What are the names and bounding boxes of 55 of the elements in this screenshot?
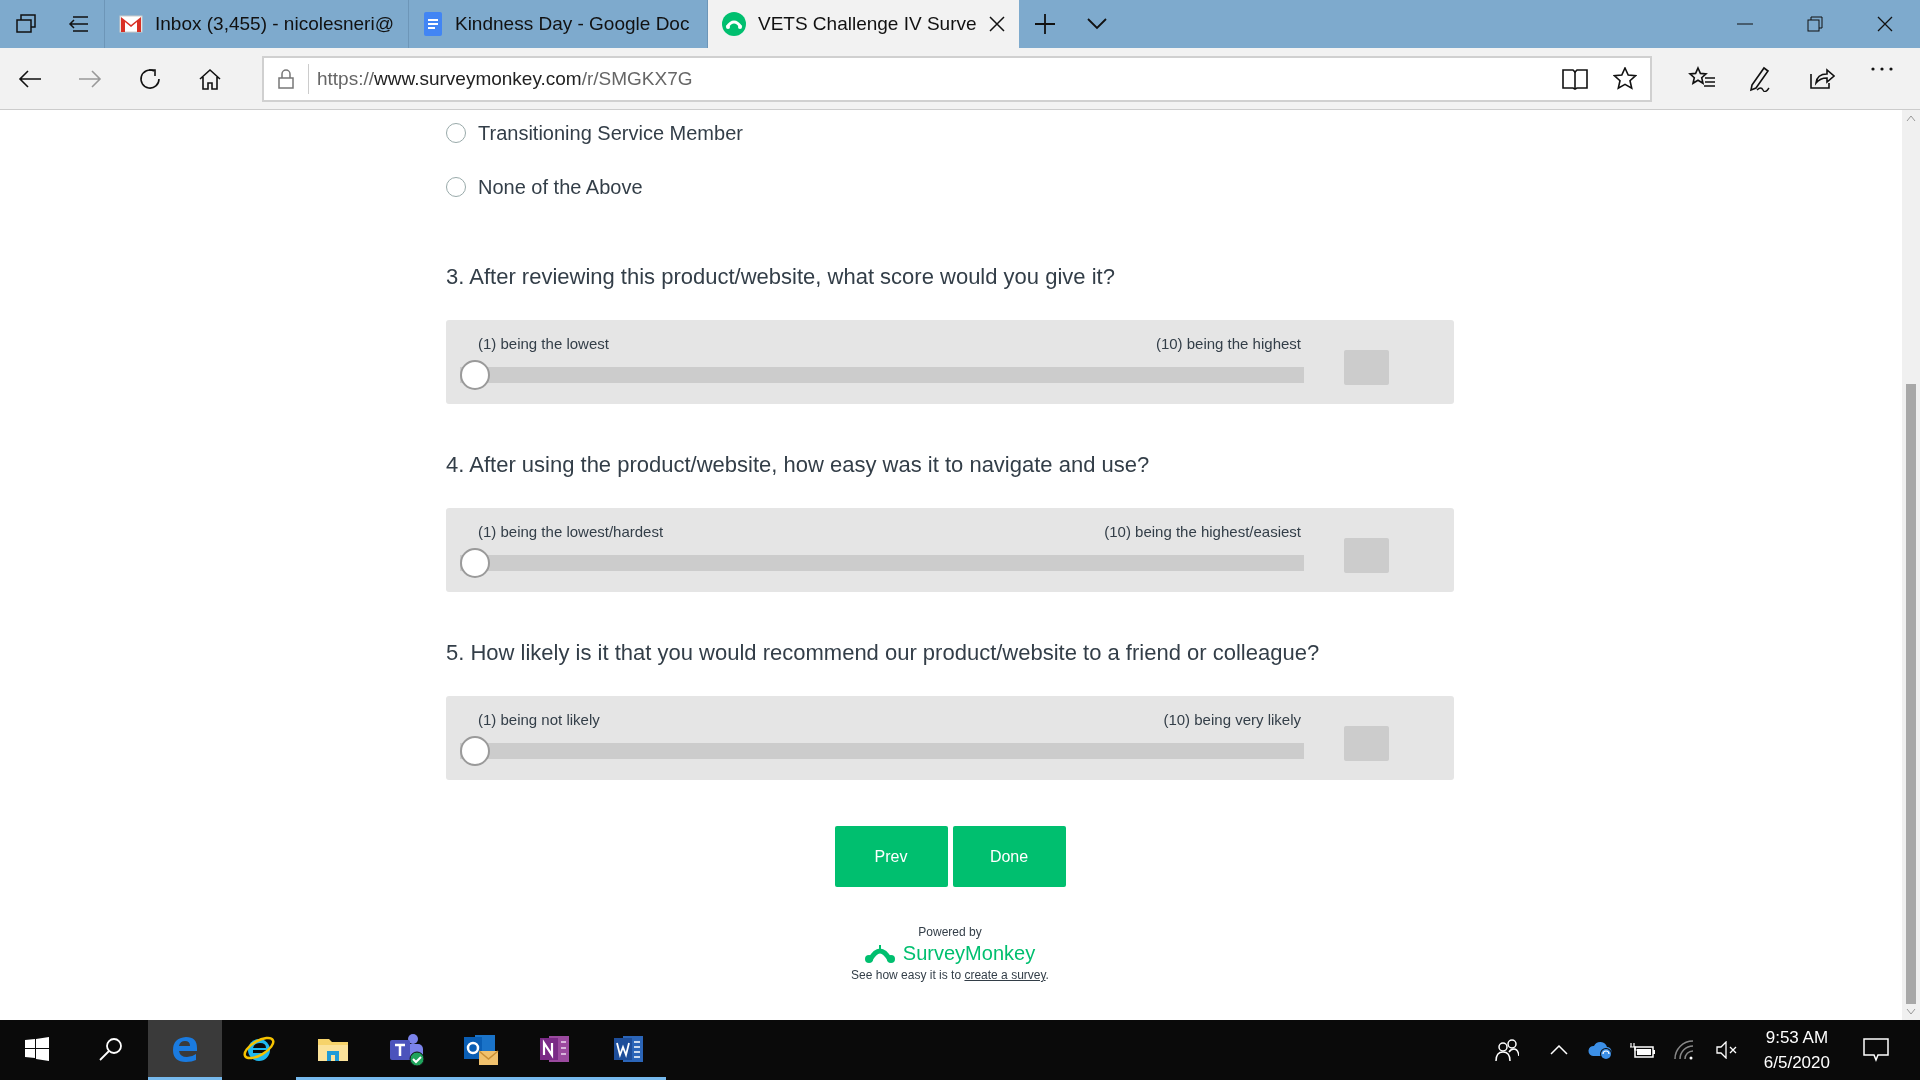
cloud-sync-icon[interactable] [1587, 1040, 1614, 1060]
wifi-icon[interactable] [1673, 1040, 1696, 1060]
favorite-star-icon[interactable] [1613, 66, 1637, 91]
favorites-list-icon[interactable] [1688, 65, 1716, 90]
browser-tab[interactable]: VETS Challenge IV Surve [706, 0, 1019, 48]
survey-logo-icon [721, 12, 746, 36]
high-label: (10) being the highest/easiest [1104, 522, 1301, 540]
set-tabs-aside-icon[interactable] [67, 15, 89, 33]
slider-thumb[interactable] [460, 359, 490, 390]
battery-charging-icon[interactable] [1629, 1042, 1656, 1058]
high-label: (10) being very likely [1163, 710, 1301, 728]
mail-icon [119, 15, 143, 33]
search-icon[interactable] [99, 1036, 123, 1061]
question-title: 5. How likely is it that you would recommend our product/website to a friend or colleague? [446, 640, 1321, 666]
monkey-logo-icon [864, 943, 895, 964]
question-title: 4. After using the product/website, how easy was it to navigate and use? [446, 452, 1151, 478]
tab-list-icon[interactable] [15, 13, 37, 35]
footer-text: See how easy it is to create a survey. [851, 968, 1049, 982]
option-label[interactable]: Transitioning Service Member [478, 121, 743, 145]
low-label: (1) being the lowest [478, 334, 609, 352]
brand-name: SurveyMonkey [902, 942, 1036, 965]
option-label[interactable]: None of the Above [478, 175, 643, 199]
powered-by-text: Powered by [918, 925, 982, 939]
value-field[interactable] [1344, 349, 1389, 385]
chevron-up-icon[interactable] [1549, 1045, 1568, 1055]
close-tab-icon[interactable] [988, 16, 1005, 32]
home-icon[interactable] [199, 67, 221, 90]
slider-thumb[interactable] [460, 547, 490, 578]
value-field[interactable] [1344, 537, 1389, 573]
notifications-icon[interactable] [1863, 1038, 1889, 1062]
value-field[interactable] [1344, 725, 1389, 761]
more-icon[interactable] [1870, 65, 1894, 72]
create-survey-link[interactable]: create a survey [964, 968, 1046, 982]
clock[interactable]: 9:53 AM 6/5/2020 [1747, 1020, 1846, 1080]
question-title: 3. After reviewing this product/website, what score would you give it? [446, 264, 1116, 290]
slider-thumb[interactable] [460, 735, 490, 766]
forward-icon[interactable] [78, 68, 102, 89]
low-label: (1) being not likely [478, 710, 600, 728]
high-label: (10) being the highest [1155, 334, 1301, 352]
low-label: (1) being the lowest/hardest [478, 522, 664, 540]
teams-icon[interactable] [389, 1031, 425, 1066]
speaker-muted-icon[interactable] [1715, 1041, 1738, 1059]
lock-icon [278, 68, 294, 89]
document-icon [422, 12, 443, 36]
clock-date: 6/5/2020 [1763, 1052, 1830, 1073]
restore-icon[interactable] [1807, 16, 1823, 32]
close-icon[interactable] [1877, 16, 1893, 32]
reading-view-icon[interactable] [1562, 67, 1588, 90]
windows-start-icon[interactable] [25, 1036, 49, 1061]
new-tab-icon[interactable] [1033, 13, 1056, 35]
people-icon[interactable] [1494, 1038, 1519, 1062]
chevron-down-icon[interactable] [1086, 18, 1107, 30]
refresh-icon[interactable] [139, 67, 161, 90]
clock-time: 9:53 AM [1765, 1027, 1829, 1048]
back-icon[interactable] [18, 68, 42, 89]
